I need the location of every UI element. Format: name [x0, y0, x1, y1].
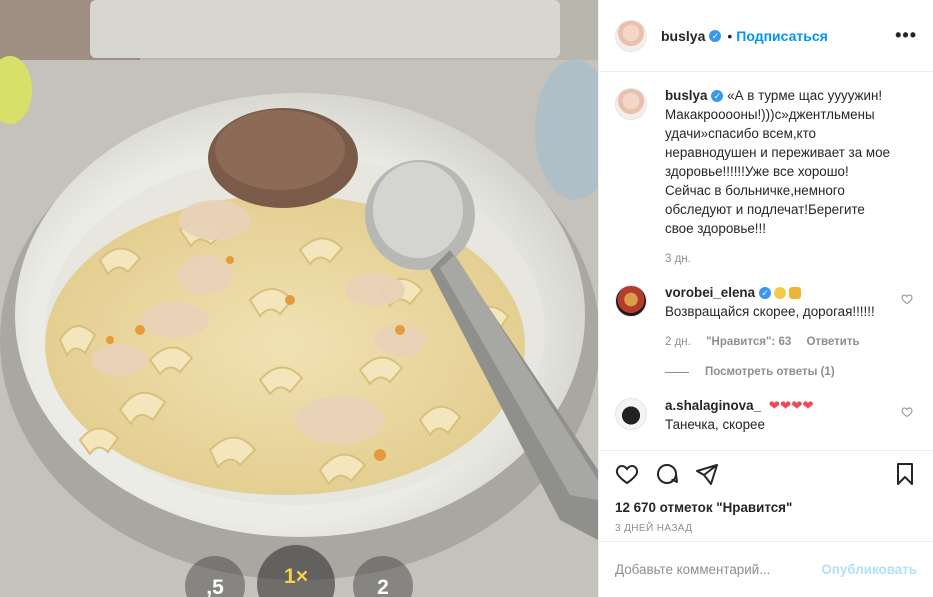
author-avatar[interactable]: [615, 19, 647, 52]
commenter-avatar[interactable]: [615, 398, 647, 430]
post-date[interactable]: 3 ДНЕЙ НАЗАД: [599, 523, 933, 534]
praying-hands-icon: [789, 287, 802, 300]
zoom-label: 2: [377, 576, 389, 597]
view-replies-button[interactable]: Посмотреть ответы (1): [665, 366, 917, 378]
follow-button[interactable]: Подписаться: [736, 28, 828, 44]
replies-divider: [665, 371, 689, 373]
camera-zoom-bar: ,5 1× 2: [185, 545, 425, 597]
laughing-emoji-icon: [774, 287, 787, 300]
verified-icon: ✓: [759, 287, 772, 300]
author-avatar[interactable]: [615, 88, 647, 120]
comment-meta: 2 дн. "Нравится": 63 Ответить: [665, 333, 893, 352]
more-icon[interactable]: •••: [895, 25, 917, 46]
comment-text: Возвращайся скорее, дорогая!!!!!!: [665, 304, 875, 319]
comment-text: Танечка, скорее: [665, 417, 765, 432]
comment-likes[interactable]: "Нравится": 63: [706, 336, 791, 348]
caption-body: buslya ✓ «А в турме щас уууужин! Макакроо…: [665, 86, 893, 269]
publish-button[interactable]: Опубликовать: [821, 562, 917, 577]
comment-item: a.shalaginova_ ❤❤❤❤ Танечка, скорее: [615, 396, 917, 434]
caption-text: «А в турме щас уууужин! Макакрооооны!)))…: [665, 88, 890, 236]
instagram-post: ,5 1× 2 buslya ✓ • Подписаться ••• busly…: [0, 0, 933, 597]
caption: buslya ✓ «А в турме щас уууужин! Макакроо…: [615, 86, 917, 269]
bookmark-icon[interactable]: [893, 462, 917, 486]
reply-button[interactable]: Ответить: [806, 336, 859, 348]
caption-meta: 3 дн.: [665, 250, 893, 269]
caption-author[interactable]: buslya: [665, 88, 707, 103]
verified-icon: ✓: [711, 90, 724, 103]
comment-body: vorobei_elena ✓ Возвращайся скорее, дорог…: [665, 283, 893, 352]
verified-icon: ✓: [709, 29, 722, 42]
heart-icon[interactable]: [615, 462, 639, 486]
zoom-option-2x[interactable]: 2: [353, 556, 413, 597]
comment-time[interactable]: 2 дн.: [665, 336, 691, 348]
add-comment-bar: Опубликовать: [599, 541, 933, 597]
zoom-label: ,5: [206, 576, 224, 597]
post-sidebar: buslya ✓ • Подписаться ••• buslya ✓ «А в …: [598, 0, 933, 597]
comment-author[interactable]: vorobei_elena: [665, 285, 755, 300]
comment-item: vorobei_elena ✓ Возвращайся скорее, дорог…: [615, 283, 917, 352]
share-icon[interactable]: [695, 462, 719, 486]
caption-time[interactable]: 3 дн.: [665, 253, 691, 265]
post-photo[interactable]: ,5 1× 2: [0, 0, 598, 597]
commenter-avatar[interactable]: [615, 285, 647, 317]
post-header: buslya ✓ • Подписаться •••: [599, 0, 933, 72]
comments-list[interactable]: buslya ✓ «А в турме щас уууужин! Макакроо…: [599, 72, 933, 450]
zoom-option-1x[interactable]: 1×: [257, 545, 335, 597]
comment-body: a.shalaginova_ ❤❤❤❤ Танечка, скорее: [665, 396, 893, 434]
author-username[interactable]: buslya: [661, 28, 705, 44]
zoom-option-half[interactable]: ,5: [185, 556, 245, 597]
zoom-label: 1×: [284, 565, 308, 588]
comment-input[interactable]: [615, 562, 822, 577]
comment-author[interactable]: a.shalaginova_: [665, 398, 761, 413]
heart-outline-icon[interactable]: [901, 293, 913, 305]
comment-icon[interactable]: [655, 462, 679, 486]
action-bar: [599, 450, 933, 496]
dot-separator: •: [727, 27, 733, 44]
heart-emoji-icon: ❤❤❤❤: [768, 398, 814, 413]
food-photo: [0, 0, 598, 597]
heart-outline-icon[interactable]: [901, 406, 913, 418]
likes-count[interactable]: 12 670 отметок "Нравится": [599, 500, 933, 515]
view-replies-label: Посмотреть ответы (1): [705, 366, 835, 378]
